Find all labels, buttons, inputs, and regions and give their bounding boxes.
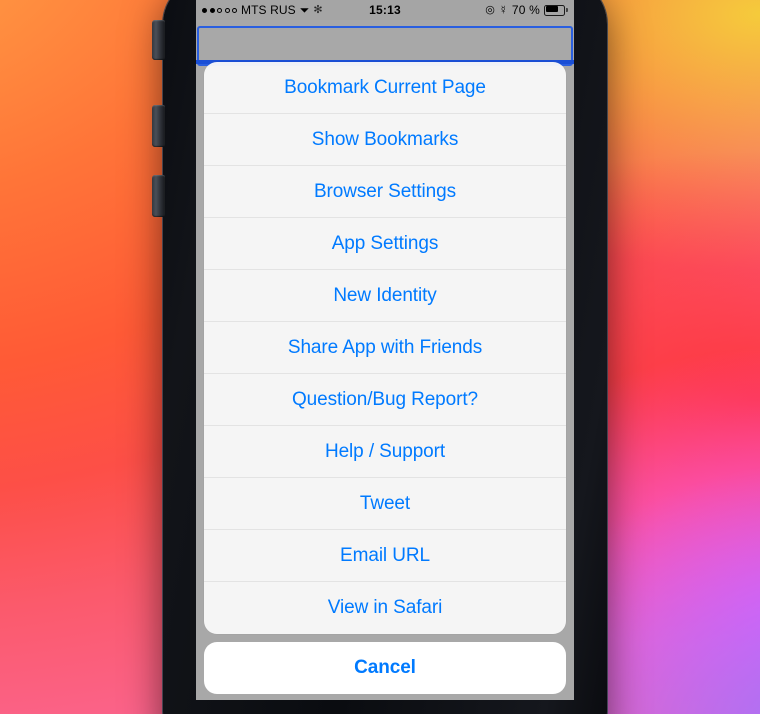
action-sheet-item-show-bookmarks[interactable]: Show Bookmarks xyxy=(204,114,566,166)
action-sheet-menu-group: Bookmark Current Page Show Bookmarks Bro… xyxy=(204,62,566,634)
action-sheet-item-tweet[interactable]: Tweet xyxy=(204,478,566,530)
action-sheet-item-share-app-with-friends[interactable]: Share App with Friends xyxy=(204,322,566,374)
action-sheet-item-email-url[interactable]: Email URL xyxy=(204,530,566,582)
action-sheet-item-new-identity[interactable]: New Identity xyxy=(204,270,566,322)
mute-switch[interactable] xyxy=(152,20,165,60)
battery-percent-label: 70 % xyxy=(511,3,540,17)
phone-screen: MTS RUS ⏷ ✻ 15:13 ◎ ☿ 70 % Bookmark Curr… xyxy=(196,0,574,700)
action-sheet-item-bookmark-current-page[interactable]: Bookmark Current Page xyxy=(204,62,566,114)
action-sheet-item-question-bug-report[interactable]: Question/Bug Report? xyxy=(204,374,566,426)
battery-fill xyxy=(545,6,559,12)
volume-down-button[interactable] xyxy=(152,175,165,217)
action-sheet-item-browser-settings[interactable]: Browser Settings xyxy=(204,166,566,218)
action-sheet-item-app-settings[interactable]: App Settings xyxy=(204,218,566,270)
cancel-button[interactable]: Cancel xyxy=(204,642,566,694)
status-bar-right: ◎ ☿ 70 % xyxy=(485,3,568,17)
bluetooth-icon: ☿ xyxy=(498,3,508,17)
status-bar: MTS RUS ⏷ ✻ 15:13 ◎ ☿ 70 % xyxy=(196,0,574,20)
battery-cap xyxy=(566,8,568,12)
phone-device-frame: MTS RUS ⏷ ✻ 15:13 ◎ ☿ 70 % Bookmark Curr… xyxy=(152,0,607,714)
action-sheet-item-view-in-safari[interactable]: View in Safari xyxy=(204,582,566,634)
action-sheet: Bookmark Current Page Show Bookmarks Bro… xyxy=(204,62,566,694)
volume-up-button[interactable] xyxy=(152,105,165,147)
location-arrow-icon: ◎ xyxy=(485,3,495,16)
action-sheet-item-help-support[interactable]: Help / Support xyxy=(204,426,566,478)
battery-icon xyxy=(544,4,568,16)
